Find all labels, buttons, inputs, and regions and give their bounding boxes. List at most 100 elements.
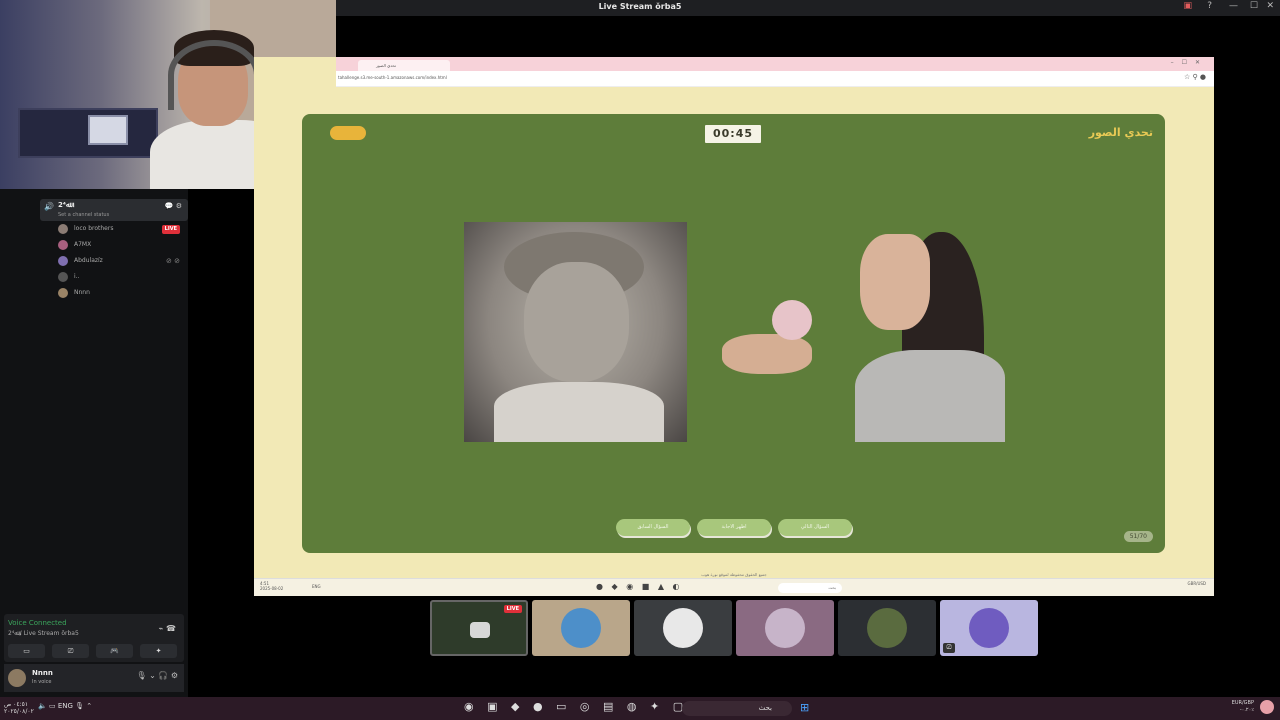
participant-tile[interactable] bbox=[736, 600, 834, 656]
browser-window-controls[interactable]: –☐✕ bbox=[1171, 59, 1208, 66]
clock-date: ٢٠٢٥/٠٨/٠٢ bbox=[4, 708, 34, 715]
member-name: loco brothers bbox=[74, 225, 114, 232]
avatar bbox=[867, 608, 907, 648]
user-name: Nnnn bbox=[32, 669, 53, 677]
inner-search-input[interactable]: بحث bbox=[778, 583, 842, 593]
orange-tab-button[interactable] bbox=[330, 126, 366, 140]
close-button[interactable]: ✕ bbox=[1266, 1, 1274, 11]
headphone-icon bbox=[168, 40, 260, 110]
child-face bbox=[524, 262, 629, 382]
avatar bbox=[58, 240, 68, 250]
participant-tile-stream[interactable]: LIVE bbox=[430, 600, 528, 656]
voice-connected-panel: Voice Connected 2⁴ﷲ / Live Stream ŏrba5 … bbox=[4, 614, 184, 662]
photo-grumpy-child bbox=[464, 222, 687, 442]
footer-note: جميع الحقوق محفوظة لموقع نورة هوب bbox=[701, 572, 767, 577]
activities-button[interactable]: 🎮 bbox=[96, 644, 133, 658]
game-title: تحدي الصور bbox=[1088, 126, 1153, 139]
previous-question-button[interactable]: السؤال السابق bbox=[616, 519, 690, 536]
url-input[interactable]: tahallenge.s3.me-south-1.amazonaws.com/i… bbox=[338, 75, 447, 80]
participant-tile[interactable]: ⎚ bbox=[940, 600, 1038, 656]
camera-button[interactable]: ▭ bbox=[8, 644, 45, 658]
flower-icon bbox=[772, 300, 812, 340]
participant-tile[interactable] bbox=[838, 600, 936, 656]
activity-icon: ⎚ bbox=[943, 643, 955, 653]
next-question-button[interactable]: السؤال التالي bbox=[778, 519, 852, 536]
notification-icon[interactable] bbox=[1260, 700, 1274, 714]
game-panel: 00:45 تحدي الصور السؤال السابق اظهر الاج… bbox=[302, 114, 1165, 553]
webcam-background-frame bbox=[88, 115, 128, 145]
system-tray[interactable]: 🔈 ▭ ENG 🎙 ⌃ bbox=[38, 702, 92, 710]
ticker-widget[interactable]: EUR/GBP -٠.٢٠٪ bbox=[1232, 700, 1254, 714]
help-icon[interactable]: ? bbox=[1207, 1, 1212, 11]
taskbar-search-input[interactable]: بحث bbox=[682, 701, 792, 716]
inner-date: 2025-08-02 bbox=[260, 586, 284, 591]
mic-icon[interactable]: 🎙 ⌄ 🎧 ⚙ bbox=[136, 671, 178, 680]
participant-strip: LIVE ⎚ bbox=[430, 600, 1038, 656]
clock-time: ٠٤:٥١ ص bbox=[4, 701, 29, 708]
child-body bbox=[494, 382, 664, 442]
volume-icon[interactable]: 🔈 bbox=[38, 702, 47, 710]
channel-list: 🔊 2⁴ﷲ Set a channel status 💬 ⚙ loco brot… bbox=[40, 189, 188, 301]
mic-tray-icon[interactable]: 🎙 bbox=[75, 702, 84, 710]
network-icon[interactable]: ▭ bbox=[49, 702, 56, 710]
member-item[interactable]: Abdulazíz ⊘ ⊘ bbox=[40, 253, 188, 269]
inner-clock: 4:51 2025-08-02 bbox=[260, 581, 283, 591]
shared-screen[interactable]: تحدي الصور –☐✕ tahallenge.s3.me-south-1.… bbox=[254, 57, 1214, 596]
chat-icon[interactable]: 💬 ⚙ bbox=[165, 202, 182, 210]
avatar bbox=[58, 224, 68, 234]
user-panel: Nnnn In voice 🎙 ⌄ 🎧 ⚙ bbox=[4, 664, 184, 692]
avatar bbox=[765, 608, 805, 648]
woman-sweater bbox=[855, 350, 1005, 442]
avatar bbox=[58, 272, 68, 282]
voice-channel-path[interactable]: 2⁴ﷲ / Live Stream ŏrba5 bbox=[8, 630, 79, 637]
screen-share-icon[interactable]: ▣ bbox=[1183, 1, 1192, 11]
minimize-button[interactable]: — bbox=[1229, 1, 1238, 11]
browser-tab[interactable]: تحدي الصور bbox=[358, 60, 450, 71]
avatar[interactable] bbox=[8, 669, 26, 687]
live-badge: LIVE bbox=[161, 225, 180, 234]
maximize-button[interactable]: ☐ bbox=[1250, 1, 1258, 11]
ticker-change: -٠.٢٠٪ bbox=[1239, 707, 1254, 713]
voice-channel-name: 2⁴ﷲ bbox=[58, 201, 71, 209]
member-item[interactable]: A7MX bbox=[40, 237, 188, 253]
member-name: A7MX bbox=[74, 241, 92, 248]
voice-channel-status[interactable]: Set a channel status bbox=[58, 212, 109, 218]
inner-taskbar-apps-icon[interactable]: ● ◆ ◉ ■ ▲ ◐ bbox=[596, 582, 683, 591]
disconnect-icon[interactable]: ⌁ ☎ bbox=[159, 624, 176, 633]
member-item[interactable]: i.. bbox=[40, 269, 188, 285]
inner-ticker: GBR/USD bbox=[1187, 581, 1206, 586]
photo-woman-flower bbox=[720, 222, 1008, 442]
browser-tab-strip: تحدي الصور –☐✕ bbox=[336, 57, 1214, 71]
show-answer-button[interactable]: اظهر الاجابة bbox=[697, 519, 771, 536]
chevron-up-icon[interactable]: ⌃ bbox=[86, 702, 92, 710]
inner-taskbar: 4:51 2025-08-02 ENG ● ◆ ◉ ■ ▲ ◐ بحث GBR/… bbox=[254, 578, 1214, 596]
member-item[interactable]: loco brothers LIVE bbox=[40, 221, 188, 237]
avatar bbox=[58, 288, 68, 298]
member-name: i.. bbox=[74, 273, 80, 280]
language-indicator[interactable]: ENG bbox=[58, 702, 73, 710]
avatar bbox=[561, 608, 601, 648]
clock[interactable]: ٠٤:٥١ ص ٢٠٢٥/٠٨/٠٢ bbox=[4, 701, 34, 715]
star-icon[interactable]: ☆ ⚲ ● bbox=[1184, 73, 1206, 81]
inner-language: ENG bbox=[312, 584, 321, 589]
windows-taskbar: ٠٤:٥١ ص ٢٠٢٥/٠٨/٠٢ 🔈 ▭ ENG 🎙 ⌃ ◉ ▣ ◆ ● ▭… bbox=[0, 697, 1280, 720]
avatar bbox=[663, 608, 703, 648]
screen-share-button[interactable]: ⎚ bbox=[52, 644, 89, 658]
member-item[interactable]: Nnnn bbox=[40, 285, 188, 301]
avatar bbox=[969, 608, 1009, 648]
woman-face bbox=[860, 234, 930, 330]
participant-tile[interactable] bbox=[634, 600, 732, 656]
voice-connected-status: Voice Connected bbox=[8, 619, 67, 627]
soundboard-button[interactable]: ✦ bbox=[140, 644, 177, 658]
voice-channel-row[interactable]: 🔊 2⁴ﷲ Set a channel status 💬 ⚙ bbox=[40, 199, 188, 221]
live-badge: LIVE bbox=[503, 605, 522, 613]
monitor-icon bbox=[470, 622, 490, 638]
taskbar-apps-icon[interactable]: ◉ ▣ ◆ ● ▭ ◎ ▤ ◍ ✦ ▢ bbox=[464, 700, 688, 713]
ticker-label: EUR/GBP bbox=[1231, 700, 1254, 706]
user-status: In voice bbox=[32, 679, 52, 685]
member-name: Abdulazíz bbox=[74, 257, 103, 264]
mic-muted-icon: ⊘ ⊘ bbox=[166, 257, 180, 265]
participant-tile[interactable] bbox=[532, 600, 630, 656]
question-counter: 51/70 bbox=[1123, 531, 1153, 542]
windows-start-icon[interactable]: ⊞ bbox=[800, 701, 809, 714]
